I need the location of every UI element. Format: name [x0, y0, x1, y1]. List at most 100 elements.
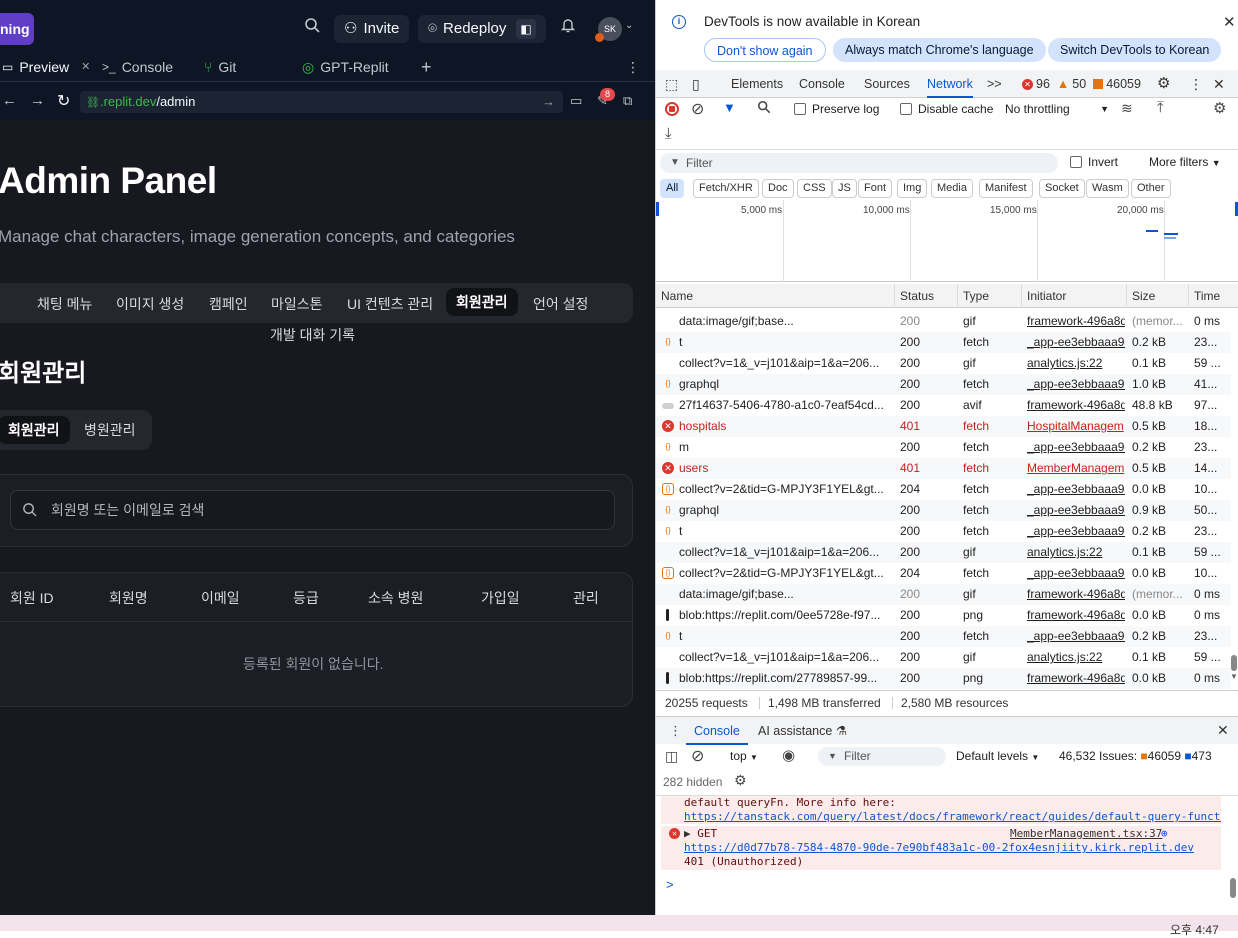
nav-language-settings[interactable]: 언어 설정 [533, 291, 588, 317]
nav-ui-content[interactable]: UI 컨텐츠 관리 [347, 291, 433, 317]
live-expression-eye-icon[interactable]: ◉ [782, 746, 795, 764]
chip-img[interactable]: Img [897, 179, 928, 198]
log-levels-select[interactable]: Default levels ▼ [956, 749, 1039, 763]
always-match-language-button[interactable]: Always match Chrome's language [833, 38, 1046, 62]
clear-console-icon[interactable]: ⊘ [691, 746, 704, 766]
chip-all[interactable]: All [660, 179, 685, 198]
more-filters-dropdown[interactable]: More filters ▼ [1149, 155, 1221, 169]
cell-initiator[interactable]: framework-496a8d [1027, 668, 1125, 689]
drawer-tab-console[interactable]: Console [686, 717, 748, 745]
cell-initiator[interactable]: analytics.js:22 [1027, 542, 1125, 563]
url-input[interactable]: ⛓.replit.dev/admin → [80, 91, 563, 113]
network-row[interactable]: {} t 200 fetch _app-ee3ebbaaa9e 0.2 kB 23... [656, 521, 1231, 542]
cell-initiator[interactable]: _app-ee3ebbaaa9e [1027, 479, 1125, 500]
search-icon[interactable] [757, 100, 771, 117]
chip-manifest[interactable]: Manifest [979, 179, 1033, 198]
cell-initiator[interactable]: _app-ee3ebbaaa9e [1027, 437, 1125, 458]
network-row[interactable]: {} collect?v=2&tid=G-MPJY3F1YEL&gt... 204 f… [656, 563, 1231, 584]
network-row[interactable]: {} graphql 200 fetch _app-ee3ebbaaa9e 0.9 kB 5… [656, 500, 1231, 521]
tab-console[interactable]: >_ Console [102, 52, 173, 82]
cell-initiator[interactable]: framework-496a8d [1027, 311, 1125, 332]
chip-css[interactable]: CSS [797, 179, 832, 198]
switch-to-korean-button[interactable]: Switch DevTools to Korean [1048, 38, 1222, 62]
column-header-name[interactable]: Name [656, 284, 895, 308]
cell-initiator[interactable]: framework-496a8d [1027, 605, 1125, 626]
cell-initiator[interactable]: _app-ee3ebbaaa9e [1027, 563, 1125, 584]
context-select[interactable]: top ▼ [730, 749, 758, 763]
network-row[interactable]: {} t 200 fetch _app-ee3ebbaaa9e 0.2 kB 23... [656, 626, 1231, 647]
record-icon[interactable] [665, 102, 679, 116]
network-conditions-icon[interactable]: ≋ [1121, 100, 1133, 117]
issues-link[interactable]: 46,532 Issues: ■46059 ■473 [1059, 749, 1212, 763]
cell-initiator[interactable]: analytics.js:22 [1027, 353, 1125, 374]
subtab-members[interactable]: 회원관리 [0, 416, 70, 444]
console-settings-icon[interactable]: ⚙ [734, 772, 747, 789]
request-url-link[interactable]: https://d0d77b78-7584-4870-90de-7e90bf48… [684, 841, 1194, 855]
nav-image-generation[interactable]: 이미지 생성 [116, 291, 184, 317]
network-settings-icon[interactable]: ⚙ [1213, 99, 1226, 117]
network-timeline-overview[interactable]: 5,000 ms 10,000 ms 15,000 ms 20,000 ms [656, 200, 1238, 282]
network-row[interactable]: collect?v=1&_v=j101&aip=1&a=206... 200 gif… [656, 647, 1231, 668]
expand-arrow-icon[interactable]: ▶ [684, 827, 691, 840]
close-drawer-icon[interactable]: ✕ [1217, 722, 1229, 739]
console-scrollbar-thumb[interactable] [1230, 878, 1236, 898]
sidebar-toggle-icon[interactable]: ◫ [665, 748, 678, 765]
cell-initiator[interactable]: _app-ee3ebbaaa9e [1027, 332, 1125, 353]
preserve-log-checkbox[interactable] [794, 103, 806, 115]
settings-icon[interactable]: ⚙ [1157, 70, 1170, 98]
back-icon[interactable]: ← [2, 92, 17, 109]
throttling-select[interactable]: No throttling ▼ [1005, 102, 1109, 116]
console-prompt[interactable]: > [666, 877, 674, 892]
close-devtools-icon[interactable]: ✕ [1213, 70, 1225, 98]
search-icon[interactable] [300, 17, 324, 41]
device-toolbar-icon[interactable]: ▯ [692, 70, 700, 98]
drawer-menu-icon[interactable]: ⋮ [669, 723, 682, 739]
kebab-menu-icon[interactable]: ⋮ [1189, 70, 1203, 98]
tab-console[interactable]: Console [799, 70, 845, 98]
chevron-down-icon[interactable]: ⌄ [625, 20, 633, 31]
bell-icon[interactable] [556, 17, 580, 41]
tab-elements[interactable]: Elements [731, 70, 783, 98]
cell-initiator[interactable]: _app-ee3ebbaaa9e [1027, 521, 1125, 542]
tab-gpt-replit[interactable]: ◎ GPT-Replit [302, 52, 389, 82]
go-arrow-icon[interactable]: → [542, 91, 555, 113]
column-header-status[interactable]: Status [895, 284, 958, 308]
drawer-tab-ai-assistance[interactable]: AI assistance ⚗ [758, 717, 847, 745]
network-row[interactable]: ✕ hospitals 401 fetch HospitalManagem 0.5 kB 1… [656, 416, 1231, 437]
open-new-tab-icon[interactable]: ⧉ [623, 93, 632, 109]
chip-wasm[interactable]: Wasm [1086, 179, 1129, 198]
network-row[interactable]: {} t 200 fetch _app-ee3ebbaaa9e 0.2 kB 23... [656, 332, 1231, 353]
network-row[interactable]: {} graphql 200 fetch _app-ee3ebbaaa9e 1.0 kB 4… [656, 374, 1231, 395]
search-input[interactable]: 회원명 또는 이메일로 검색 [10, 490, 615, 530]
column-header-time[interactable]: Time [1189, 284, 1238, 308]
chip-js[interactable]: JS [832, 179, 857, 198]
column-header-initiator[interactable]: Initiator [1022, 284, 1127, 308]
disable-cache-checkbox[interactable] [900, 103, 912, 115]
source-link[interactable]: MemberManagement.tsx:37 [1010, 827, 1162, 841]
forward-icon[interactable]: → [30, 92, 45, 109]
chip-media[interactable]: Media [931, 179, 973, 198]
network-row[interactable]: blob:https://replit.com/27789857-99... 20… [656, 668, 1231, 689]
cell-initiator[interactable]: framework-496a8d [1027, 584, 1125, 605]
invert-checkbox[interactable] [1070, 156, 1082, 168]
cell-initiator[interactable]: HospitalManagem [1027, 416, 1125, 437]
column-header-size[interactable]: Size [1127, 284, 1189, 308]
filter-icon[interactable]: ▼ [723, 100, 736, 115]
scrollbar-thumb[interactable] [1231, 655, 1237, 671]
network-row[interactable]: data:image/gif;base... 200 gif framework-49… [656, 311, 1231, 332]
scroll-down-icon[interactable]: ▼ [1230, 672, 1238, 681]
network-row[interactable]: collect?v=1&_v=j101&aip=1&a=206... 200 gif… [656, 353, 1231, 374]
chip-other[interactable]: Other [1131, 179, 1171, 198]
cell-initiator[interactable]: framework-496a8d [1027, 395, 1125, 416]
tab-sources[interactable]: Sources [864, 70, 910, 98]
export-har-icon[interactable]: ⤓ [665, 125, 672, 142]
clear-icon[interactable]: ⊘ [691, 99, 704, 119]
more-tabs-button[interactable]: >> [987, 70, 1002, 98]
cell-initiator[interactable]: MemberManagem [1027, 458, 1125, 479]
tab-preview[interactable]: ▭ Preview ✕ [0, 52, 90, 82]
filter-input[interactable]: ▼ Filter [660, 153, 1058, 173]
close-icon[interactable]: ✕ [81, 52, 90, 82]
import-har-icon[interactable]: ⤒ [1157, 99, 1164, 116]
nav-dev-chat-log[interactable]: 개발 대화 기록 [270, 325, 355, 345]
invite-button[interactable]: ⚇ Invite [334, 15, 410, 43]
